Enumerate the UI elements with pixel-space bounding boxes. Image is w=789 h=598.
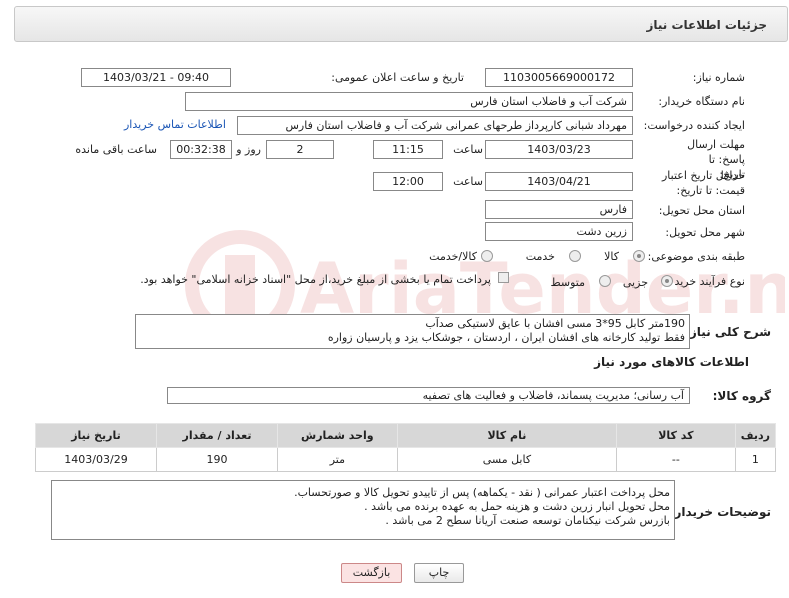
city-label: شهر محل تحویل:: [665, 226, 745, 239]
validity-date-field: 1403/04/21: [485, 172, 633, 191]
buyer-notes-label: توضیحات خریدار:: [669, 505, 771, 519]
deadline-time-field: 11:15: [373, 140, 443, 159]
category-option-goods: کالا: [604, 250, 619, 263]
buyer-field: شرکت آب و فاضلاب استان فارس: [185, 92, 633, 111]
deadline-time-label: ساعت: [453, 143, 483, 156]
category-option-service: خدمت: [525, 250, 555, 263]
validity-label: حداقل تاریخ اعتبار قیمت: تا تاریخ:: [661, 169, 745, 197]
cell-quantity: 190: [156, 447, 278, 472]
page-title: جزئیات اطلاعات نیاز: [646, 18, 767, 32]
remaining-time-field: 00:32:38: [170, 140, 232, 159]
category-radio-goods-service[interactable]: [481, 250, 493, 262]
process-radio-medium[interactable]: [599, 275, 611, 287]
cell-row-number: 1: [734, 447, 777, 472]
deadline-date-field: 1403/03/23: [485, 140, 633, 159]
col-row-number: ردیف: [734, 423, 777, 448]
remaining-label: ساعت باقی مانده: [75, 143, 157, 156]
header-bar: جزئیات اطلاعات نیاز: [14, 6, 788, 42]
col-quantity: تعداد / مقدار: [156, 423, 278, 448]
treasury-payment-note: پرداخت تمام یا بخشی از مبلغ خرید،از محل …: [140, 273, 491, 286]
category-label: طبقه بندی موضوعی:: [647, 250, 745, 263]
validity-time-label: ساعت: [453, 175, 483, 188]
summary-label: شرح کلی نیاز:: [685, 325, 771, 339]
announce-datetime-field: 1403/03/21 - 09:40: [81, 68, 231, 87]
province-field: فارس: [485, 200, 633, 219]
creator-field: مهرداد شبانی کارپرداز طرحهای عمرانی شرکت…: [237, 116, 633, 135]
buyer-notes-textarea[interactable]: محل پرداخت اعتبار عمرانی ( نقد - یکماهه)…: [51, 480, 675, 540]
category-radio-goods[interactable]: [633, 250, 645, 262]
goods-table: ردیف کد کالا نام کالا واحد شمارش تعداد /…: [35, 423, 777, 472]
col-item-name: نام کالا: [396, 423, 618, 448]
need-number-field: 1103005669000172: [485, 68, 633, 87]
back-button[interactable]: بازگشت: [341, 563, 402, 583]
summary-line-2: فقط تولید کارخانه های افشان ایران ، اردس…: [327, 331, 685, 344]
process-radio-minor[interactable]: [661, 275, 673, 287]
cell-unit: متر: [276, 447, 398, 472]
category-option-goods-service: کالا/خدمت: [429, 250, 477, 263]
table-row[interactable]: 1 -- کابل مسی متر 190 1403/03/29: [35, 447, 777, 472]
goods-section-title: اطلاعات کالاهای مورد نیاز: [594, 355, 749, 369]
creator-label: ایجاد کننده درخواست:: [643, 119, 745, 132]
print-button[interactable]: چاپ: [414, 563, 464, 583]
buyer-note-line-3: بازرس شرکت نیکنامان توسعه صنعت آریانا سط…: [385, 514, 670, 527]
announce-label: تاریخ و ساعت اعلان عمومی:: [331, 71, 464, 84]
buyer-label: نام دستگاه خریدار:: [658, 95, 745, 108]
treasury-checkbox[interactable]: [498, 272, 509, 283]
process-option-medium: متوسط: [550, 276, 585, 289]
process-label: نوع فرآیند خرید :: [667, 275, 745, 288]
buyer-contact-link[interactable]: اطلاعات تماس خریدار: [124, 118, 226, 131]
col-need-date: تاریخ نیاز: [35, 423, 157, 448]
cell-item-name: کابل مسی: [396, 447, 618, 472]
province-label: استان محل تحویل:: [658, 204, 745, 217]
summary-textarea[interactable]: 190متر کابل 95*3 مسی افشان با عایق لاستی…: [135, 314, 690, 349]
goods-group-field: آب رسانی؛ مدیریت پسماند، فاضلاب و فعالیت…: [167, 387, 690, 404]
col-unit: واحد شمارش: [276, 423, 398, 448]
days-label: روز و: [236, 143, 261, 156]
goods-group-label: گروه کالا:: [712, 389, 771, 403]
validity-time-field: 12:00: [373, 172, 443, 191]
days-field: 2: [266, 140, 334, 159]
col-item-code: کد کالا: [616, 423, 736, 448]
city-field: زرین دشت: [485, 222, 633, 241]
summary-line-1: 190متر کابل 95*3 مسی افشان با عایق لاستی…: [425, 317, 685, 330]
cell-item-code: --: [616, 447, 736, 472]
cell-need-date: 1403/03/29: [35, 447, 157, 472]
table-header-row: ردیف کد کالا نام کالا واحد شمارش تعداد /…: [35, 423, 777, 448]
buyer-note-line-1: محل پرداخت اعتبار عمرانی ( نقد - یکماهه)…: [294, 486, 670, 499]
process-option-minor: جزیی: [622, 276, 648, 289]
need-number-label: شماره نیاز:: [692, 71, 745, 84]
category-radio-service[interactable]: [569, 250, 581, 262]
buyer-note-line-2: محل تحویل انبار زرین دشت و هزینه حمل به …: [364, 500, 670, 513]
